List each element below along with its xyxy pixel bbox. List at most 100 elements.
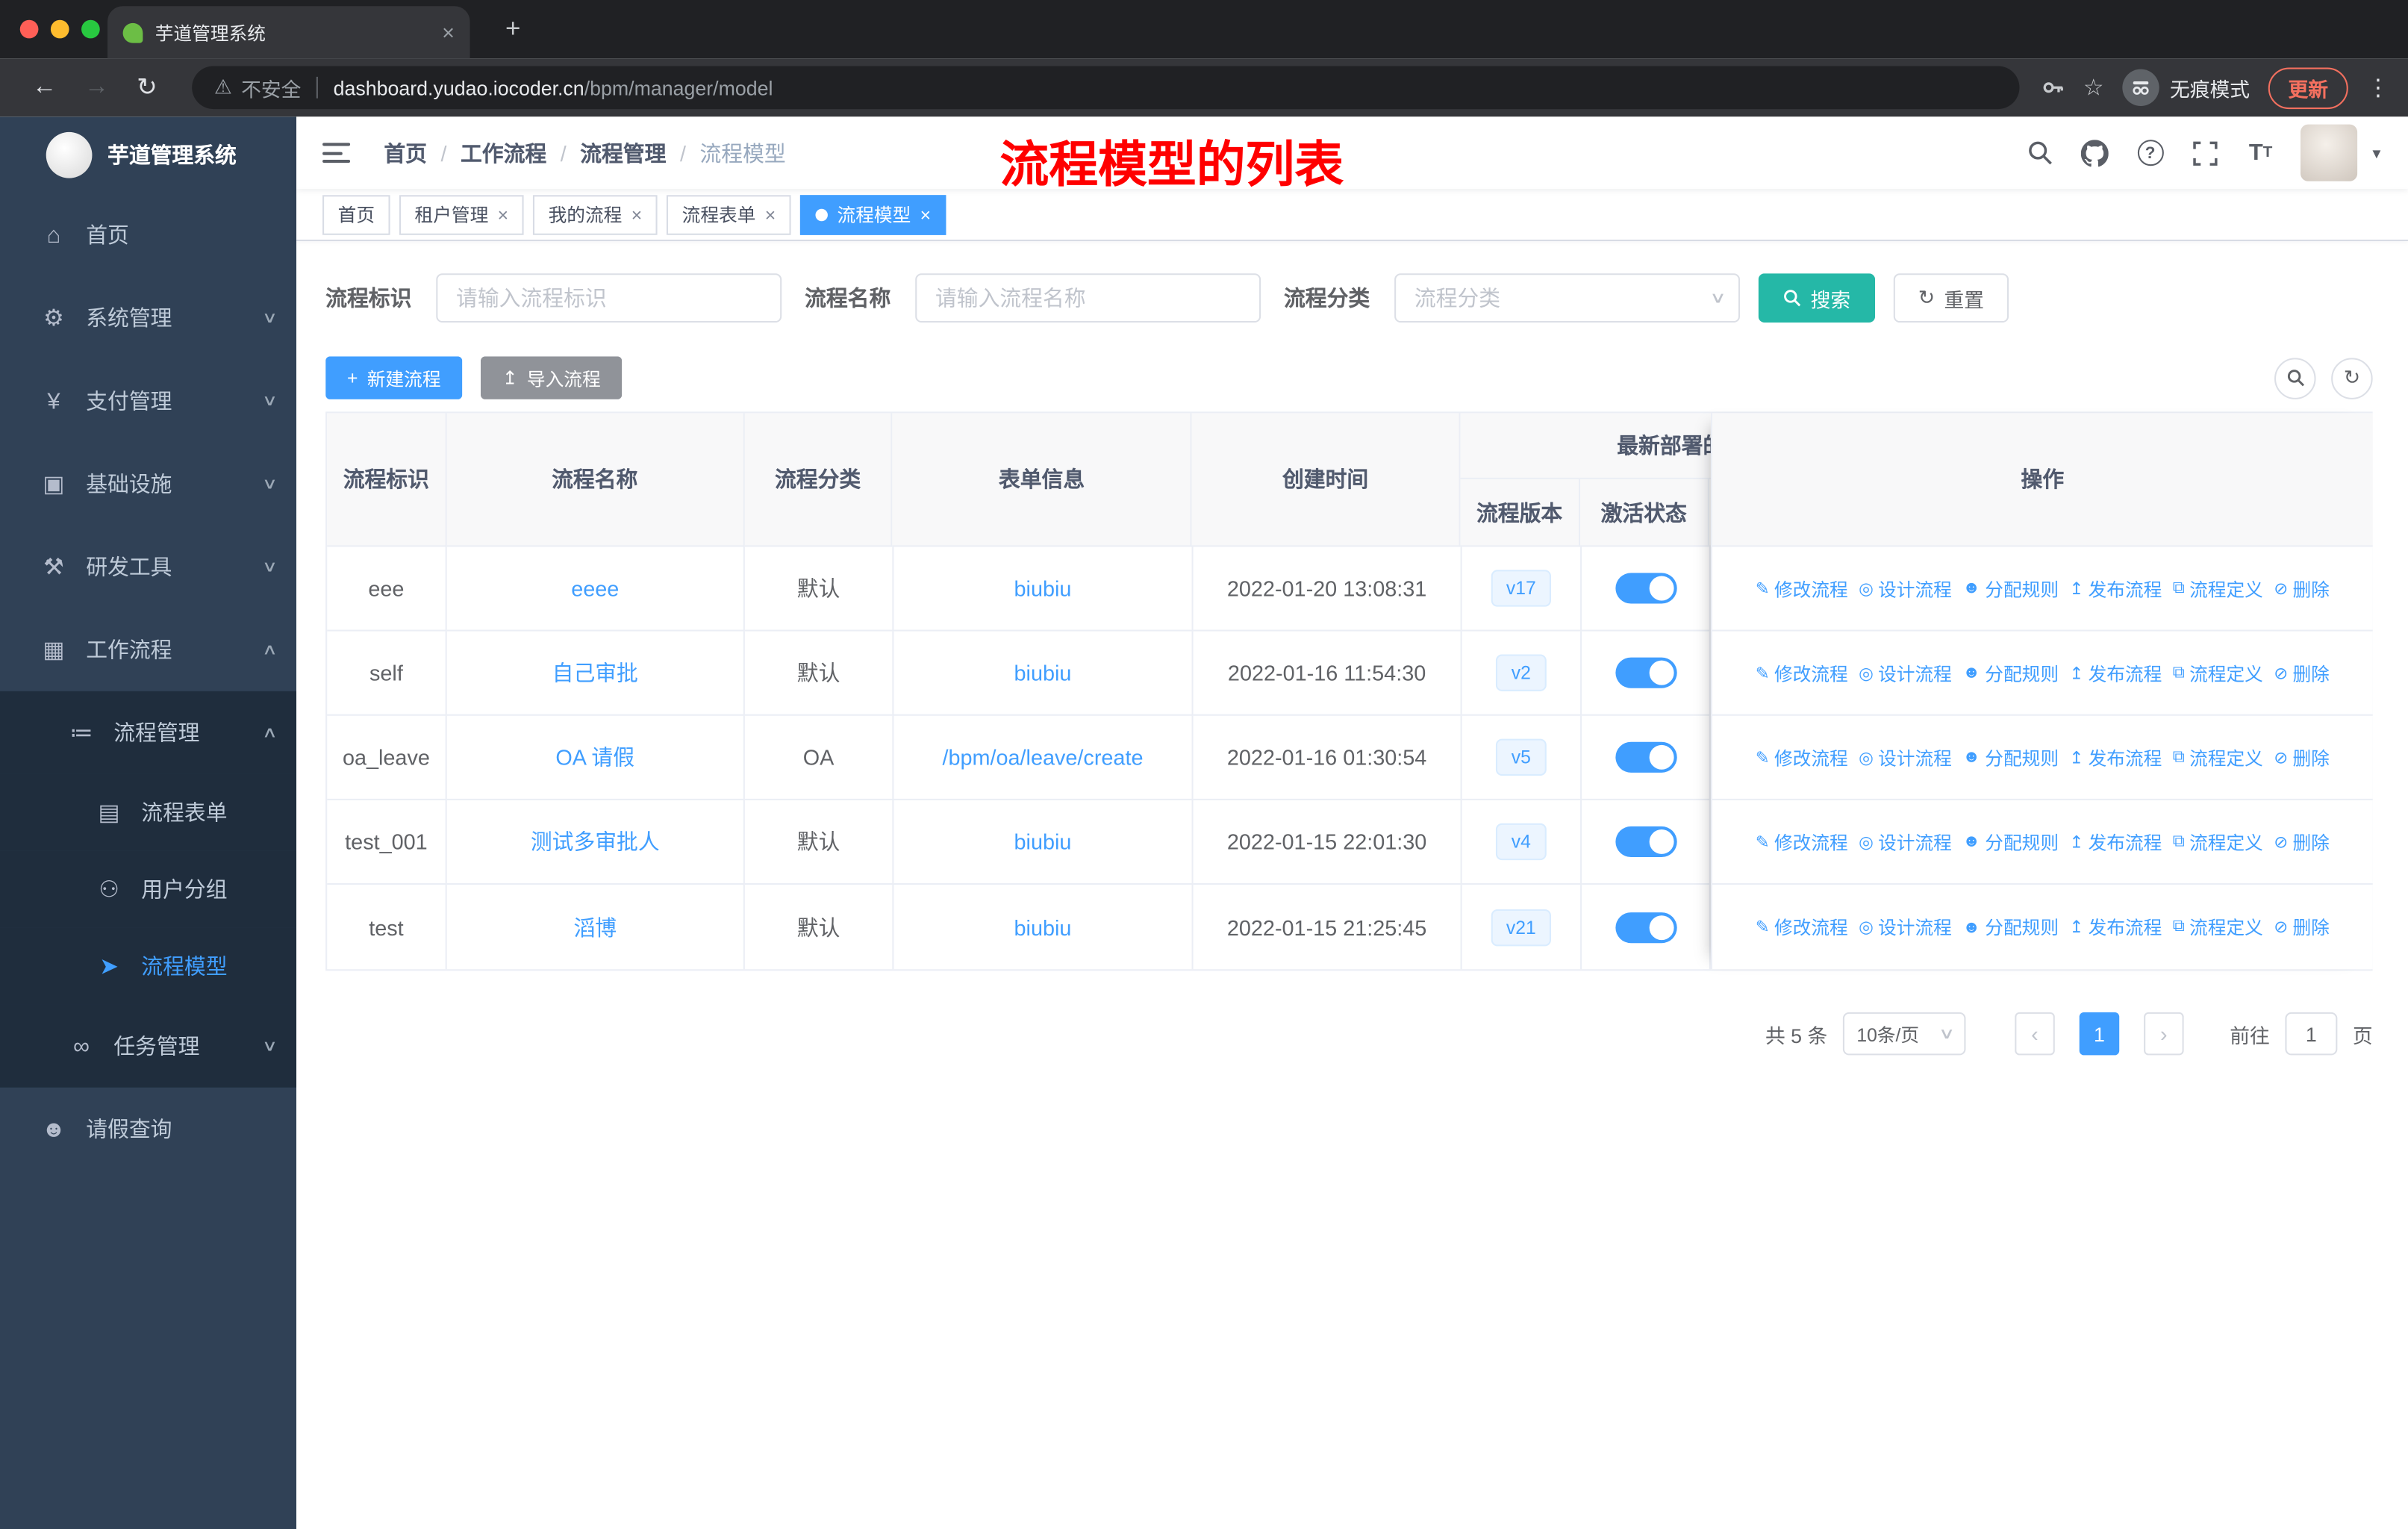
action-delete-model[interactable]: ⊘ 删除 bbox=[2274, 660, 2330, 686]
tag-process-model[interactable]: 流程模型 × bbox=[800, 194, 946, 234]
tag-tenant[interactable]: 租户管理 × bbox=[399, 194, 524, 234]
tag-close-icon[interactable]: × bbox=[920, 204, 931, 225]
password-key-icon[interactable] bbox=[2040, 75, 2065, 100]
model-name-link[interactable]: 测试多审批人 bbox=[531, 826, 660, 857]
form-link[interactable]: biubiu bbox=[1014, 576, 1072, 601]
action-delete-model[interactable]: ⊘ 删除 bbox=[2274, 914, 2330, 940]
github-icon[interactable] bbox=[2080, 137, 2110, 168]
action-assign-rule[interactable]: ☻ 分配规则 bbox=[1962, 829, 2059, 855]
tag-close-icon[interactable]: × bbox=[765, 204, 776, 225]
sidebar-item-home[interactable]: ⌂ 首页 bbox=[0, 193, 296, 276]
action-delete-model[interactable]: ⊘ 删除 bbox=[2274, 744, 2330, 770]
action-edit-model[interactable]: ✎ 修改流程 bbox=[1756, 744, 1848, 770]
form-link[interactable]: biubiu bbox=[1014, 915, 1072, 939]
import-process-button[interactable]: ↥ 导入流程 bbox=[481, 356, 623, 399]
back-icon[interactable]: ← bbox=[32, 74, 57, 102]
browser-update-button[interactable]: 更新 bbox=[2268, 66, 2348, 109]
model-name-link[interactable]: 滔博 bbox=[573, 912, 617, 942]
goto-page-input[interactable] bbox=[2285, 1012, 2338, 1056]
model-name-link[interactable]: OA 请假 bbox=[555, 742, 634, 773]
active-toggle[interactable] bbox=[1615, 912, 1676, 943]
create-process-button[interactable]: + 新建流程 bbox=[325, 356, 463, 399]
fullscreen-icon[interactable] bbox=[2190, 137, 2221, 168]
sidebar-item-system[interactable]: ⚙ 系统管理 ∨ bbox=[0, 276, 296, 359]
reload-icon[interactable]: ↻ bbox=[137, 72, 157, 103]
action-process-definition[interactable]: ⧉ 流程定义 bbox=[2173, 660, 2263, 686]
tag-process-form[interactable]: 流程表单 × bbox=[667, 194, 791, 234]
action-assign-rule[interactable]: ☻ 分配规则 bbox=[1962, 744, 2059, 770]
action-process-definition[interactable]: ⧉ 流程定义 bbox=[2173, 914, 2263, 940]
form-link[interactable]: biubiu bbox=[1014, 661, 1072, 685]
action-deploy-model[interactable]: ↥ 发布流程 bbox=[2069, 744, 2162, 770]
process-category-select[interactable]: 流程分类 ∨ bbox=[1394, 273, 1741, 323]
reset-button[interactable]: ↻ 重置 bbox=[1893, 273, 2009, 323]
action-assign-rule[interactable]: ☻ 分配规则 bbox=[1962, 660, 2059, 686]
breadcrumb-workflow[interactable]: 工作流程 bbox=[461, 137, 546, 168]
process-key-input[interactable] bbox=[436, 273, 782, 323]
window-close-button[interactable] bbox=[19, 19, 39, 39]
action-edit-model[interactable]: ✎ 修改流程 bbox=[1756, 660, 1848, 686]
action-design-model[interactable]: ◎ 设计流程 bbox=[1859, 744, 1952, 770]
action-deploy-model[interactable]: ↥ 发布流程 bbox=[2069, 914, 2162, 940]
page-size-select[interactable]: 10条/页 ∨ bbox=[1842, 1012, 1966, 1056]
breadcrumb-process-management[interactable]: 流程管理 bbox=[580, 137, 666, 168]
action-deploy-model[interactable]: ↥ 发布流程 bbox=[2069, 829, 2162, 855]
action-process-definition[interactable]: ⧉ 流程定义 bbox=[2173, 575, 2263, 601]
tag-close-icon[interactable]: × bbox=[631, 204, 642, 225]
font-size-icon[interactable]: TT bbox=[2245, 137, 2276, 168]
prev-page-button[interactable]: ‹ bbox=[2015, 1012, 2055, 1056]
sidebar-item-workflow[interactable]: ▦ 工作流程 ∧ bbox=[0, 608, 296, 691]
search-icon[interactable] bbox=[2024, 137, 2055, 168]
action-delete-model[interactable]: ⊘ 删除 bbox=[2274, 575, 2330, 601]
action-design-model[interactable]: ◎ 设计流程 bbox=[1859, 829, 1952, 855]
sidebar-item-devtools[interactable]: ⚒ 研发工具 ∨ bbox=[0, 526, 296, 608]
hamburger-icon[interactable] bbox=[322, 143, 351, 164]
toggle-search-button[interactable] bbox=[2274, 357, 2316, 399]
form-link[interactable]: /bpm/oa/leave/create bbox=[942, 745, 1143, 770]
address-bar[interactable]: ⚠ 不安全 dashboard.yudao.iocoder.cn/bpm/man… bbox=[193, 66, 2019, 110]
sidebar-item-payment[interactable]: ¥ 支付管理 ∨ bbox=[0, 359, 296, 442]
window-zoom-button[interactable] bbox=[81, 19, 100, 39]
sidebar-item-task-management[interactable]: ∞ 任务管理 ∨ bbox=[0, 1004, 297, 1088]
action-edit-model[interactable]: ✎ 修改流程 bbox=[1756, 914, 1848, 940]
sidebar-item-process-management[interactable]: ≔ 流程管理 ∧ bbox=[0, 691, 297, 774]
window-minimize-button[interactable] bbox=[50, 19, 69, 39]
form-link[interactable]: biubiu bbox=[1014, 829, 1072, 854]
sidebar-item-process-model[interactable]: ➤ 流程模型 bbox=[0, 927, 297, 1005]
action-design-model[interactable]: ◎ 设计流程 bbox=[1859, 660, 1952, 686]
active-toggle[interactable] bbox=[1615, 826, 1676, 858]
sidebar-item-leave-query[interactable]: ☻ 请假查询 bbox=[0, 1088, 296, 1171]
search-button[interactable]: 搜索 bbox=[1758, 273, 1876, 323]
bookmark-star-icon[interactable]: ☆ bbox=[2083, 74, 2104, 102]
active-toggle[interactable] bbox=[1615, 657, 1676, 688]
action-edit-model[interactable]: ✎ 修改流程 bbox=[1756, 575, 1848, 601]
browser-tab[interactable]: 芋道管理系统 × bbox=[107, 6, 470, 59]
sidebar-item-process-form[interactable]: ▤ 流程表单 bbox=[0, 773, 297, 851]
active-toggle[interactable] bbox=[1615, 573, 1676, 604]
model-name-link[interactable]: 自己审批 bbox=[552, 658, 638, 688]
app-logo[interactable]: 芋道管理系统 bbox=[0, 116, 296, 193]
sidebar-item-infra[interactable]: ▣ 基础设施 ∨ bbox=[0, 443, 296, 526]
tag-home[interactable]: 首页 bbox=[322, 194, 390, 234]
action-delete-model[interactable]: ⊘ 删除 bbox=[2274, 829, 2330, 855]
next-page-button[interactable]: › bbox=[2144, 1012, 2184, 1056]
tag-close-icon[interactable]: × bbox=[498, 204, 508, 225]
action-process-definition[interactable]: ⧉ 流程定义 bbox=[2173, 744, 2263, 770]
tag-my-process[interactable]: 我的流程 × bbox=[533, 194, 658, 234]
new-tab-button[interactable]: + bbox=[494, 12, 531, 49]
action-deploy-model[interactable]: ↥ 发布流程 bbox=[2069, 660, 2162, 686]
action-design-model[interactable]: ◎ 设计流程 bbox=[1859, 575, 1952, 601]
browser-menu-icon[interactable]: ⋮ bbox=[2366, 74, 2389, 102]
tab-close-icon[interactable]: × bbox=[442, 20, 455, 45]
sidebar-item-user-group[interactable]: ⚇ 用户分组 bbox=[0, 850, 297, 928]
action-assign-rule[interactable]: ☻ 分配规则 bbox=[1962, 575, 2059, 601]
model-name-link[interactable]: eeee bbox=[571, 576, 619, 601]
action-assign-rule[interactable]: ☻ 分配规则 bbox=[1962, 914, 2059, 940]
forward-icon[interactable]: → bbox=[84, 74, 109, 102]
user-avatar[interactable] bbox=[2301, 124, 2358, 181]
action-edit-model[interactable]: ✎ 修改流程 bbox=[1756, 829, 1848, 855]
action-design-model[interactable]: ◎ 设计流程 bbox=[1859, 914, 1952, 940]
current-page-button[interactable]: 1 bbox=[2079, 1012, 2120, 1056]
refresh-table-button[interactable]: ↻ bbox=[2331, 357, 2373, 399]
process-name-input[interactable] bbox=[915, 273, 1261, 323]
